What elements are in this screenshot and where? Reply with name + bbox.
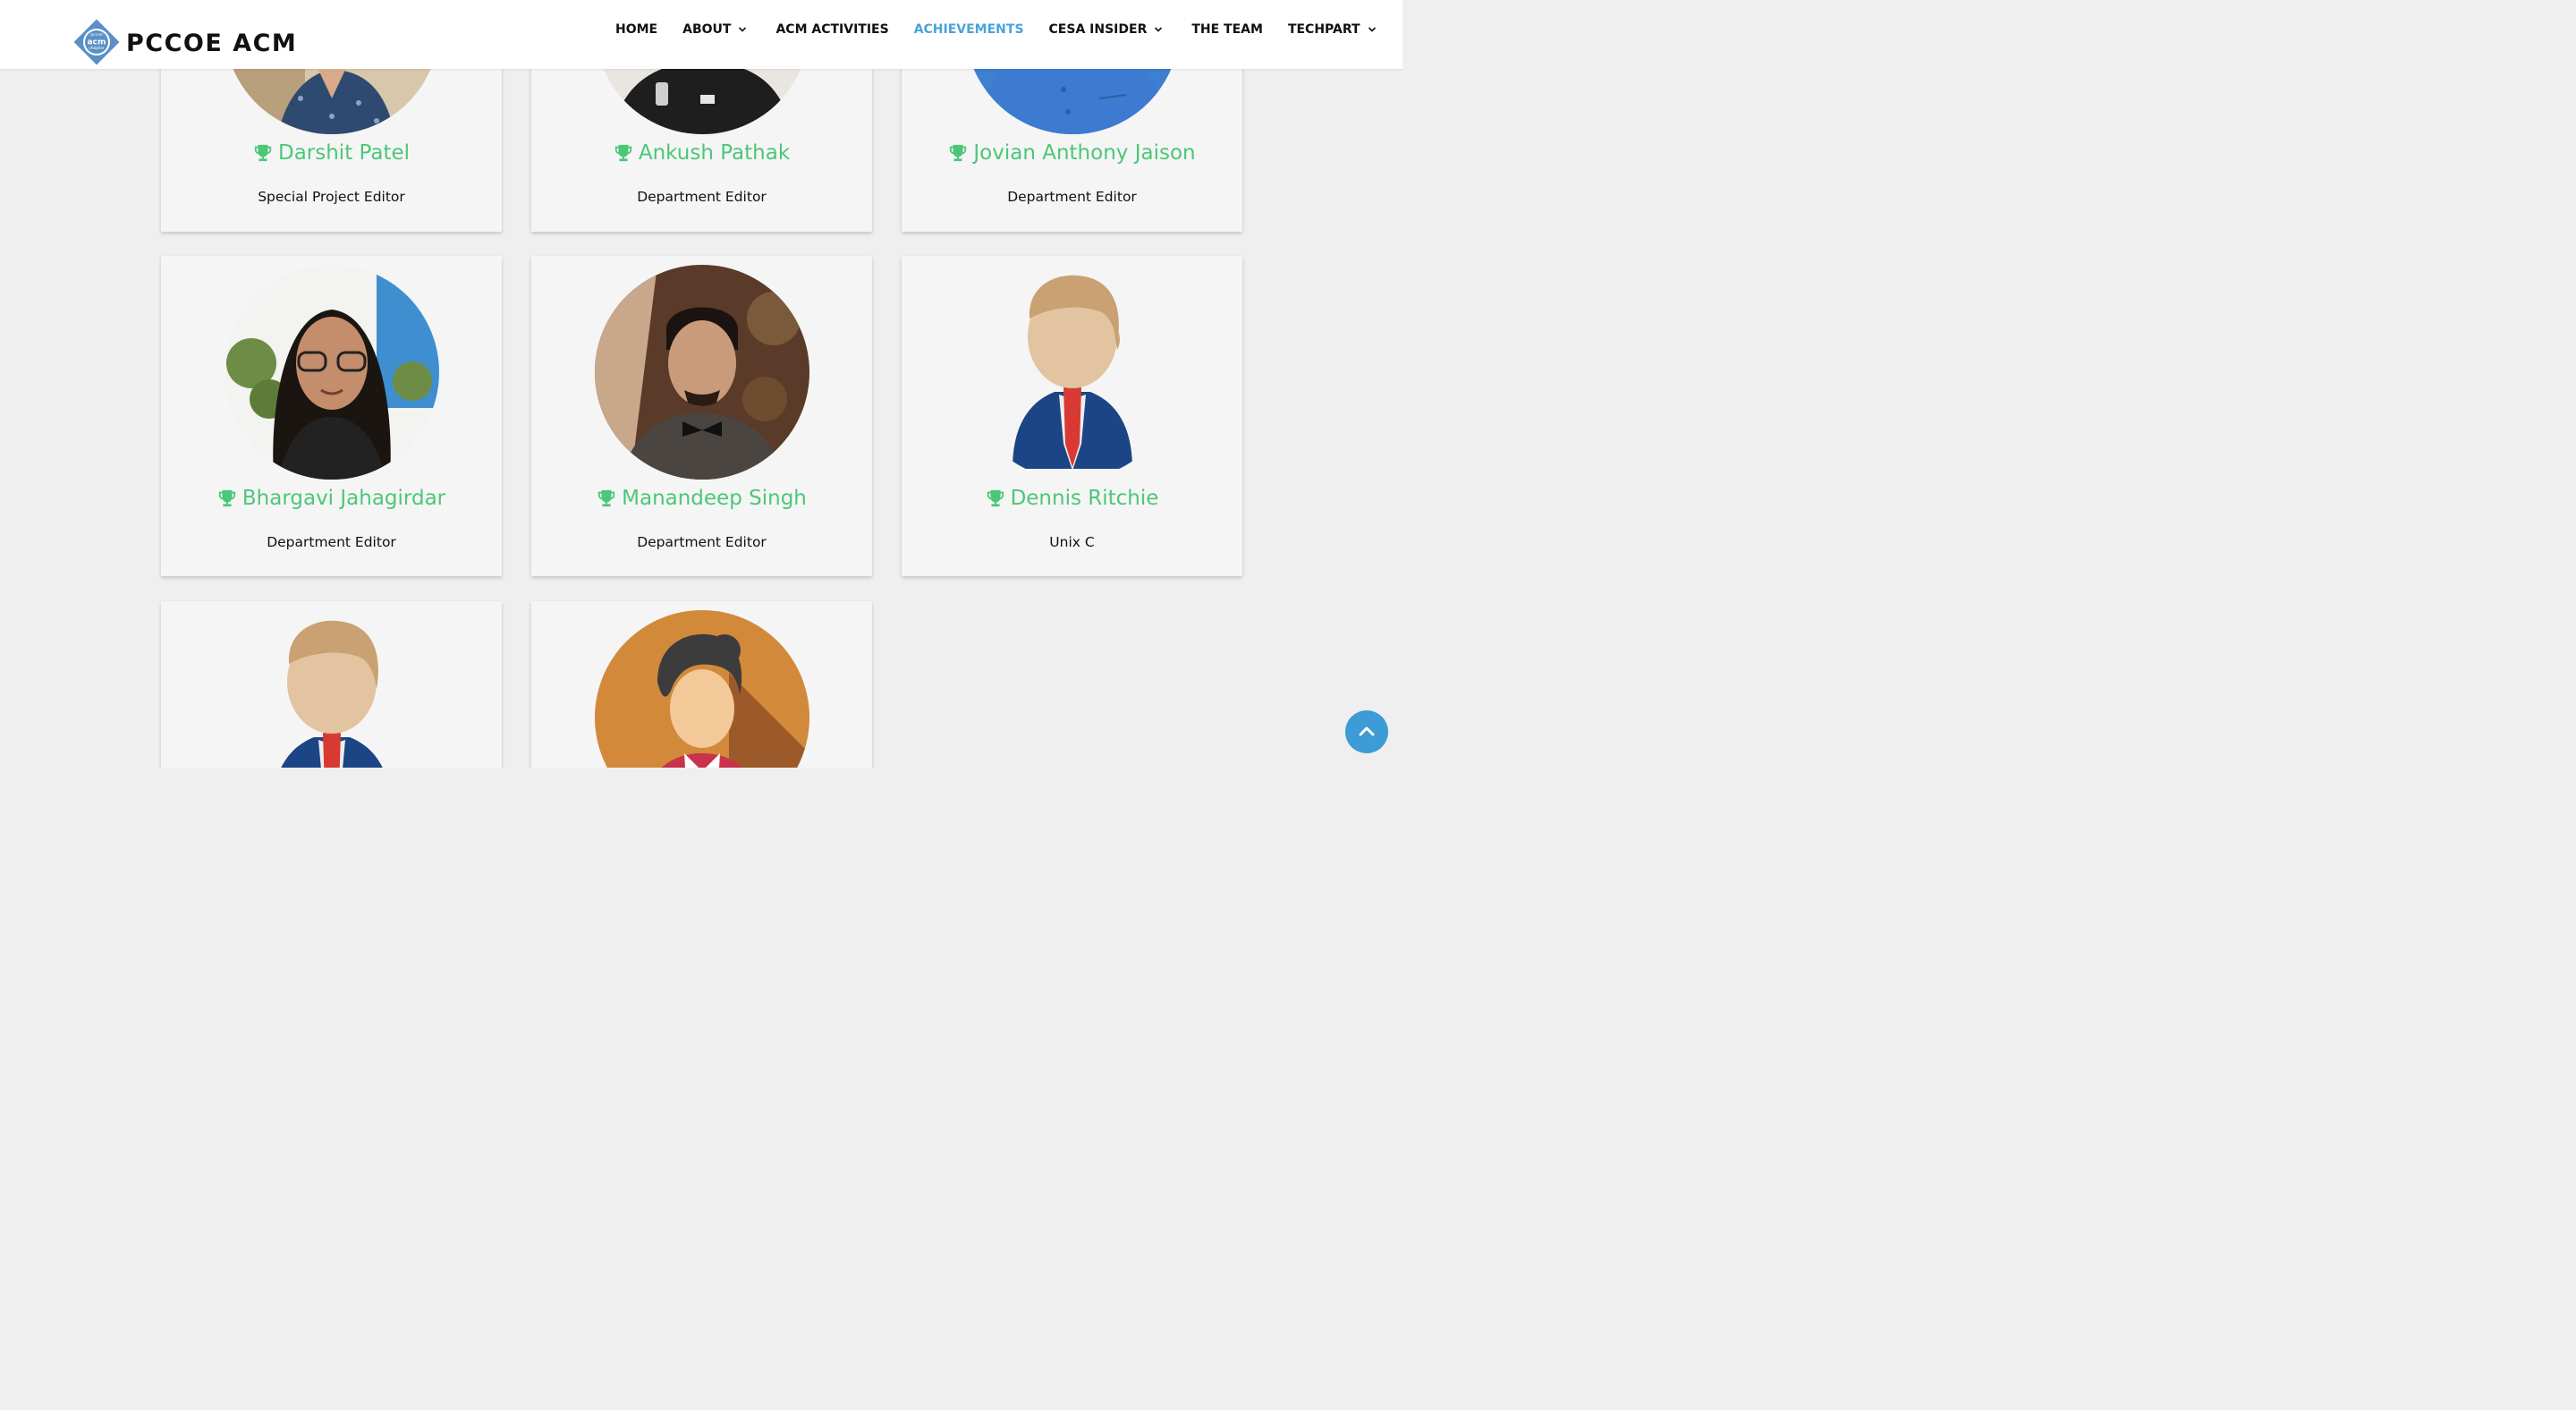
member-photo [225, 265, 439, 480]
trophy-icon [987, 489, 1004, 507]
member-role: Department Editor [1007, 189, 1137, 205]
businessman-avatar-icon [965, 265, 1180, 480]
woman-avatar-icon [595, 610, 809, 768]
member-name: Manandeep Singh [531, 487, 872, 510]
member-name: Dennis Ritchie [902, 487, 1242, 510]
main-nav: HOME ABOUT ACM ACTIVITIES ACHIEVEMENTS C… [615, 22, 1377, 37]
member-photo [595, 265, 809, 480]
trophy-icon [254, 144, 272, 162]
trophy-icon [597, 489, 615, 507]
chevron-down-icon [1368, 27, 1376, 32]
member-card [161, 601, 502, 768]
site-logo[interactable]: pccoe acm chapter PCCOE ACM [73, 19, 297, 65]
nav-the-team[interactable]: THE TEAM [1191, 22, 1263, 37]
chevron-down-icon [739, 27, 747, 32]
member-card: Bhargavi Jahagirdar Department Editor [161, 256, 502, 576]
scroll-to-top-button[interactable] [1345, 710, 1388, 753]
chevron-up-icon [1359, 726, 1375, 736]
nav-techpart[interactable]: TECHPART [1288, 22, 1377, 37]
site-title: PCCOE ACM [126, 29, 298, 57]
page: Darshit Patel Special Project Editor Ank… [0, 0, 1402, 768]
trophy-icon [614, 144, 632, 162]
chevron-down-icon [1155, 27, 1163, 32]
member-role: Special Project Editor [258, 189, 405, 205]
member-card: Manandeep Singh Department Editor [531, 256, 872, 576]
businessman-avatar-icon [225, 610, 439, 768]
member-name: Ankush Pathak [531, 141, 872, 165]
member-role: Department Editor [267, 534, 396, 550]
member-name: Jovian Anthony Jaison [902, 141, 1242, 165]
nav-acm-activities[interactable]: ACM ACTIVITIES [775, 22, 888, 37]
acm-logo-icon: pccoe acm chapter [73, 19, 120, 65]
svg-text:acm: acm [88, 38, 106, 47]
site-header: pccoe acm chapter PCCOE ACM HOME ABOUT A… [0, 0, 1402, 69]
member-card [531, 601, 872, 768]
trophy-icon [950, 144, 967, 162]
nav-about[interactable]: ABOUT [682, 22, 747, 37]
nav-home[interactable]: HOME [615, 22, 657, 37]
member-role: Department Editor [637, 534, 767, 550]
member-card: Dennis Ritchie Unix C [902, 256, 1242, 576]
member-name: Darshit Patel [161, 141, 502, 165]
svg-text:pccoe: pccoe [90, 33, 103, 38]
member-role: Unix C [1049, 534, 1095, 550]
member-role: Department Editor [637, 189, 767, 205]
member-name: Bhargavi Jahagirdar [161, 487, 502, 510]
svg-text:chapter: chapter [89, 46, 104, 51]
nav-cesa-insider[interactable]: CESA INSIDER [1049, 22, 1164, 37]
trophy-icon [218, 489, 236, 507]
nav-achievements[interactable]: ACHIEVEMENTS [914, 22, 1024, 37]
